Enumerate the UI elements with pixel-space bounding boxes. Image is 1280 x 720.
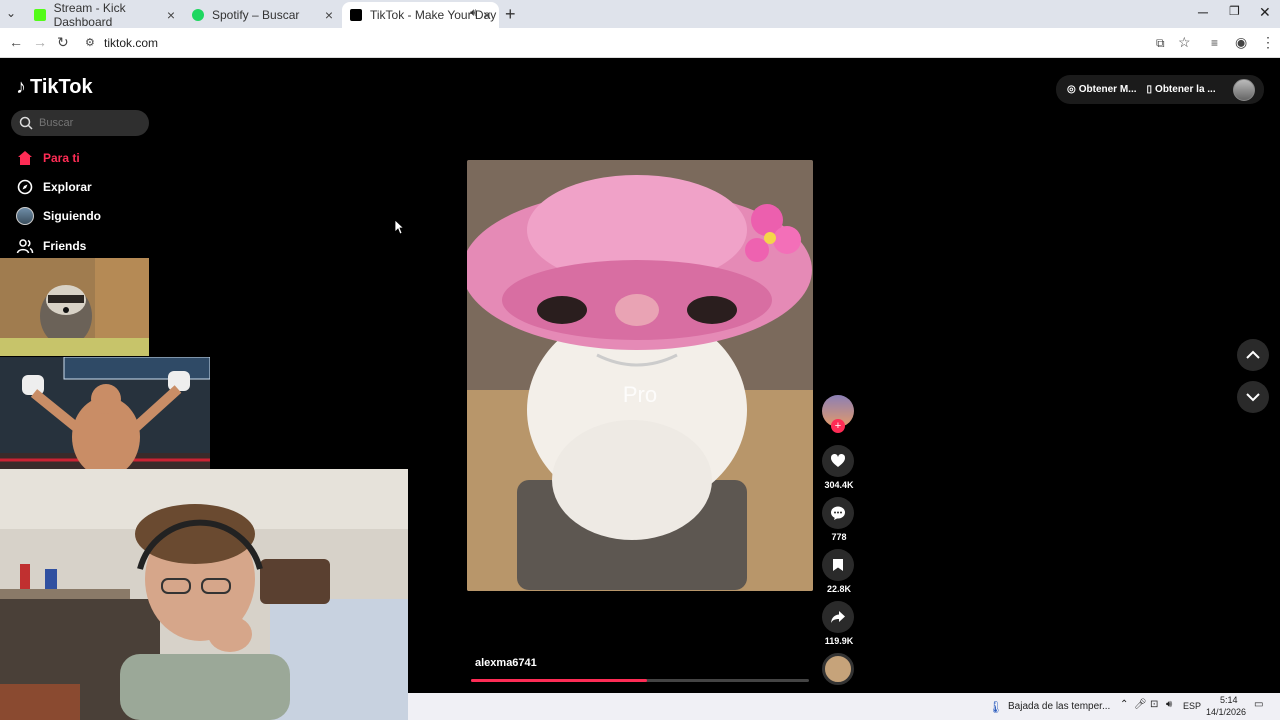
- boxer-overlay-image: [0, 357, 210, 487]
- clock-time[interactable]: 5:14: [1220, 695, 1238, 705]
- tab-list-chevron-icon[interactable]: ⌄: [6, 6, 16, 20]
- save-button[interactable]: 22.8K: [822, 549, 856, 594]
- save-count: 22.8K: [826, 584, 852, 594]
- spotify-icon: [192, 9, 204, 21]
- phone-icon: ▯: [1146, 84, 1153, 95]
- site-info-icon[interactable]: ⚙: [85, 36, 95, 49]
- friends-icon: [16, 237, 34, 255]
- sidebar-item-para-ti[interactable]: Para ti: [16, 149, 80, 167]
- speaker-icon[interactable]: 🔊︎: [470, 7, 477, 20]
- tray-chevron-icon[interactable]: ⌃: [1120, 699, 1128, 710]
- compass-icon: [16, 178, 34, 196]
- sidebar-item-label: Explorar: [43, 180, 92, 194]
- following-avatar-icon: [16, 207, 34, 225]
- video-author-name[interactable]: alexma6741: [475, 657, 537, 669]
- search-icon: [19, 116, 33, 130]
- share-count: 119.9K: [824, 636, 854, 646]
- forward-icon[interactable]: →: [33, 34, 47, 50]
- comment-button[interactable]: 778: [822, 497, 856, 542]
- get-app-button[interactable]: ▯ Obtener la ...: [1147, 84, 1216, 95]
- tiktok-logo[interactable]: ♪ TikTok: [16, 76, 93, 99]
- coin-icon: ◎: [1067, 84, 1076, 95]
- top-right-actions: ◎ Obtener M... ▯ Obtener la ...: [1056, 75, 1264, 104]
- weather-widget[interactable]: Bajada de las temper...: [1008, 701, 1110, 712]
- window-close-icon[interactable]: ✕: [1259, 4, 1271, 21]
- close-icon[interactable]: ×: [325, 7, 333, 23]
- clock-date[interactable]: 14/1/2026: [1206, 707, 1246, 717]
- new-tab-button[interactable]: +: [505, 4, 516, 25]
- comment-count: 778: [831, 532, 847, 542]
- tiktok-note-icon: ♪: [16, 76, 26, 98]
- music-disc-button[interactable]: [822, 653, 856, 685]
- install-app-icon[interactable]: ⧉: [1156, 36, 1165, 51]
- video-progress-fill: [471, 679, 647, 682]
- sidebar-item-label: Para ti: [43, 151, 80, 165]
- tiktok-icon: [350, 9, 362, 21]
- language-indicator[interactable]: ESP: [1183, 701, 1201, 711]
- follow-plus-icon[interactable]: +: [831, 419, 845, 433]
- menu-icon[interactable]: ⋮: [1261, 34, 1275, 51]
- tab-title: Stream - Kick Dashboard: [53, 1, 126, 29]
- sidebar-item-label: Friends: [43, 239, 87, 253]
- tab-title: TikTok - Make Your Day: [370, 8, 497, 22]
- get-coins-button[interactable]: ◎ Obtener M...: [1067, 84, 1137, 95]
- like-button[interactable]: 304.4K: [822, 445, 856, 490]
- mic-icon[interactable]: 🎤︎: [1134, 699, 1147, 710]
- music-disc-icon[interactable]: [822, 653, 854, 685]
- notifications-icon[interactable]: ▭: [1254, 699, 1263, 710]
- windows-taskbar: 🌡︎ Bajada de las temper... ⌃ 🎤︎ ⊡ 🔊︎ ESP…: [408, 693, 1280, 720]
- like-count: 304.4K: [824, 480, 854, 490]
- next-video-button[interactable]: [1237, 381, 1269, 413]
- tab-spotify[interactable]: Spotify – Buscar ×: [184, 2, 341, 28]
- restore-icon[interactable]: ❐: [1229, 4, 1240, 18]
- media-control-icon[interactable]: ≡: [1211, 36, 1218, 50]
- cat-video-frame: [467, 160, 813, 591]
- sidebar-item-friends[interactable]: Friends: [16, 237, 86, 255]
- raccoon-overlay-image: [0, 258, 149, 356]
- author-avatar[interactable]: +: [822, 395, 854, 433]
- close-icon[interactable]: ×: [167, 7, 175, 23]
- sidebar-item-label: Siguiendo: [43, 209, 101, 223]
- tab-kick[interactable]: Stream - Kick Dashboard ×: [26, 1, 183, 29]
- get-app-label: Obtener la ...: [1155, 84, 1216, 95]
- bookmark-star-icon[interactable]: ☆: [1178, 34, 1191, 51]
- author-avatar-button[interactable]: +: [822, 395, 856, 433]
- mouse-cursor-icon: [394, 219, 404, 235]
- volume-icon[interactable]: 🔊︎: [1166, 699, 1172, 710]
- weather-icon: 🌡︎: [988, 700, 1004, 714]
- search-input[interactable]: [39, 117, 139, 129]
- get-coins-label: Obtener M...: [1078, 84, 1137, 95]
- minimize-icon[interactable]: ─: [1198, 4, 1208, 20]
- home-icon: [16, 149, 34, 167]
- url-field[interactable]: tiktok.com: [104, 36, 158, 50]
- close-icon[interactable]: ×: [483, 7, 491, 23]
- address-bar: ← → ↻ ⚙ tiktok.com ⧉ ☆ ≡ ◉ ⋮: [0, 28, 1280, 58]
- logo-text: TikTok: [30, 76, 93, 98]
- previous-video-button[interactable]: [1237, 339, 1269, 371]
- sidebar-item-siguiendo[interactable]: Siguiendo: [16, 207, 101, 225]
- chevron-down-icon: [1246, 393, 1260, 402]
- video-caption: Pro: [622, 382, 658, 407]
- share-arrow-icon[interactable]: [822, 601, 854, 633]
- comment-icon[interactable]: [822, 497, 854, 529]
- webcam-overlay-image: [0, 469, 408, 720]
- video-player[interactable]: Pro: [467, 160, 813, 591]
- back-icon[interactable]: ←: [9, 34, 23, 50]
- heart-icon[interactable]: [822, 445, 854, 477]
- search-box[interactable]: [11, 110, 149, 136]
- chevron-up-icon: [1246, 350, 1260, 359]
- profile-icon[interactable]: ◉: [1235, 34, 1247, 51]
- sidebar-item-explorar[interactable]: Explorar: [16, 178, 92, 196]
- network-icon[interactable]: ⊡: [1150, 699, 1158, 710]
- user-avatar[interactable]: [1232, 78, 1255, 101]
- video-progress-bar[interactable]: [471, 679, 809, 682]
- tab-title: Spotify – Buscar: [212, 8, 300, 22]
- browser-tab-strip: ⌄ Stream - Kick Dashboard × Spotify – Bu…: [0, 0, 1280, 29]
- share-button[interactable]: 119.9K: [822, 601, 856, 646]
- tab-tiktok[interactable]: TikTok - Make Your Day 🔊︎ ×: [342, 2, 499, 28]
- bookmark-icon[interactable]: [822, 549, 854, 581]
- reload-icon[interactable]: ↻: [57, 34, 69, 51]
- kick-icon: [34, 9, 46, 21]
